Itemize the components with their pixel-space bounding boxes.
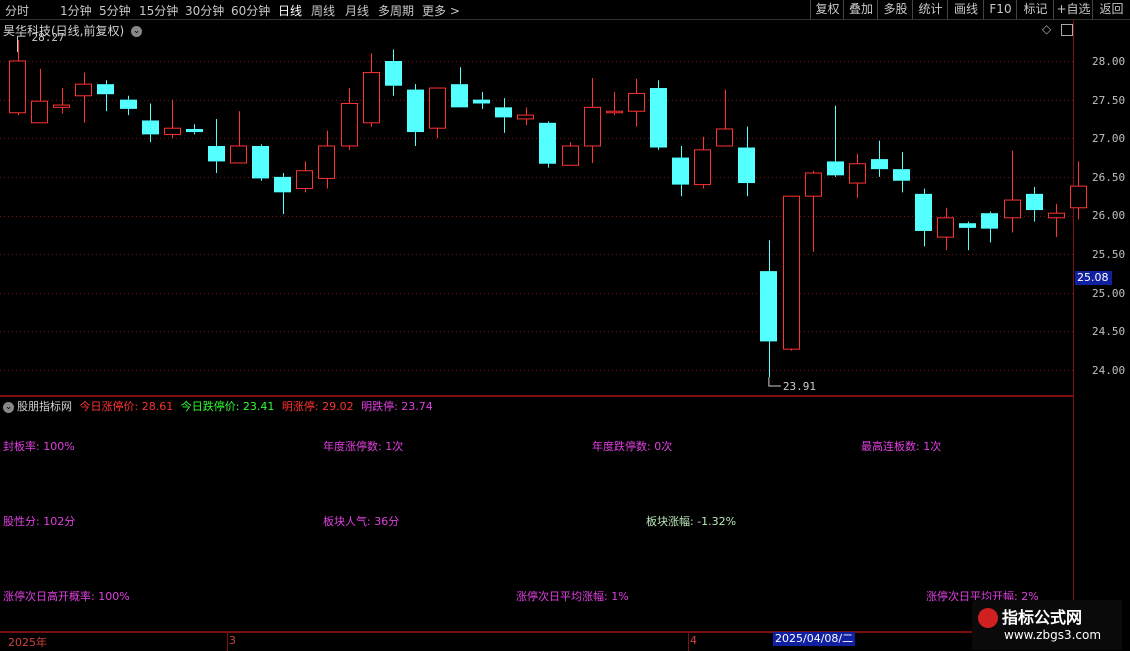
date-label: 4 (690, 634, 697, 647)
y-tick-label: 28.00 (1092, 55, 1126, 68)
candle-body-up (517, 114, 534, 120)
low-price-label: 23.91 (783, 380, 816, 393)
candle-body-up (849, 163, 866, 184)
candle-body-down (120, 99, 137, 109)
chevron-down-icon[interactable]: ⌄ (3, 401, 14, 413)
y-tick-label: 27.50 (1092, 94, 1126, 107)
indicator-header: ⌄ 股朋指标网 今日涨停价: 28.61 今日跌停价: 23.41 明涨停: 29… (3, 398, 433, 414)
candle-body-up (296, 170, 313, 189)
candle-body-up (341, 102, 358, 147)
y-tick-label: 26.00 (1092, 209, 1126, 222)
candle-body-down (473, 99, 490, 104)
candle-body-down (915, 193, 932, 231)
candle-body-down (451, 84, 468, 108)
date-label: 3 (229, 634, 236, 647)
limit-down-price: 今日跌停价: 23.41 (180, 400, 275, 413)
candle-body-down (274, 176, 291, 193)
annual-limit-down-count: 年度跌停数: 0次 (592, 440, 673, 453)
selected-date: 2025/04/08/二 (773, 632, 856, 646)
candle-body-up (628, 92, 645, 112)
y-tick-label: 24.00 (1092, 364, 1126, 377)
candle-body-down (893, 169, 910, 181)
stock-character-score: 股性分: 102分 (3, 515, 76, 528)
candle-body-down (672, 157, 689, 185)
candle-body-up (716, 128, 733, 147)
candle-body-up (9, 60, 26, 114)
y-tick-label: 24.50 (1092, 325, 1126, 338)
candle-body-up (694, 149, 711, 186)
site-watermark: 指标公式网 www.zbgs3.com (972, 600, 1122, 650)
candle-body-down (142, 120, 159, 135)
candle-body-up (937, 217, 954, 238)
y-tick-label: 27.00 (1092, 132, 1126, 145)
candle-body-up (1048, 212, 1065, 219)
candle-body-up (562, 145, 579, 166)
candle-body-down (981, 213, 998, 229)
candle-body-up (805, 172, 822, 197)
candle-body-up (584, 106, 601, 147)
candle-body-down (186, 128, 203, 133)
candle-body-up (318, 145, 335, 179)
candle-body-down (738, 147, 755, 184)
next-day-avg-change: 涨停次日平均涨幅: 1% (516, 590, 629, 603)
low-marker-line (768, 376, 781, 387)
candle-body-up (1004, 199, 1021, 219)
date-label: 2025年 (8, 636, 47, 649)
max-consecutive-limit: 最高连板数: 1次 (861, 440, 942, 453)
candle-body-down (252, 145, 269, 179)
candle-body-down (97, 84, 114, 95)
next-limit-up: 明涨停: 29.02 (281, 400, 354, 413)
date-axis: 2025年 3 4 (0, 631, 1075, 651)
candle-body-down (539, 122, 556, 164)
candle-body-up (31, 100, 48, 124)
candle-body-down (495, 107, 512, 118)
candle-body-up (75, 83, 92, 97)
candle-body-down (871, 159, 888, 170)
candle-body-up (606, 110, 623, 114)
annual-limit-up-count: 年度涨停数: 1次 (323, 440, 404, 453)
candle-body-down (407, 89, 424, 133)
candle-body-down (959, 223, 976, 228)
candle-body-down (208, 145, 225, 162)
candle-body-down (385, 61, 402, 86)
sector-change: 板块涨幅: -1.32% (646, 515, 737, 528)
watermark-url: www.zbgs3.com (1004, 628, 1102, 642)
candle-body-down (1026, 193, 1043, 211)
current-price-tag: 25.08 (1075, 271, 1112, 285)
limit-up-price: 今日涨停价: 28.61 (79, 400, 174, 413)
candle-body-up (1070, 185, 1087, 209)
site-logo-icon (978, 608, 998, 628)
candle-body-down (650, 88, 667, 148)
high-price-label: 28.27 (32, 31, 65, 44)
next-day-gap-up-prob: 涨停次日高开概率: 100% (3, 590, 130, 603)
y-tick-label: 25.50 (1092, 248, 1126, 261)
sector-popularity: 板块人气: 36分 (323, 515, 400, 528)
candle-body-up (230, 145, 247, 164)
candle-body-up (53, 104, 70, 108)
candle-body-up (164, 127, 181, 135)
next-limit-down: 明跌停: 23.74 (361, 400, 433, 413)
candlestick-chart[interactable]: 28.27 23.91 (0, 0, 1130, 398)
indicator-name[interactable]: 股朋指标网 (17, 400, 72, 413)
seal-rate: 封板率: 100% (3, 440, 75, 453)
y-tick-label: 26.50 (1092, 171, 1126, 184)
candle-body-down (760, 271, 777, 342)
y-tick-label: 25.00 (1092, 287, 1126, 300)
candle-body-up (363, 72, 380, 124)
candle-body-down (827, 161, 844, 176)
candle-body-up (783, 195, 800, 350)
candle-body-up (429, 87, 446, 129)
watermark-title: 指标公式网 (1002, 608, 1083, 627)
